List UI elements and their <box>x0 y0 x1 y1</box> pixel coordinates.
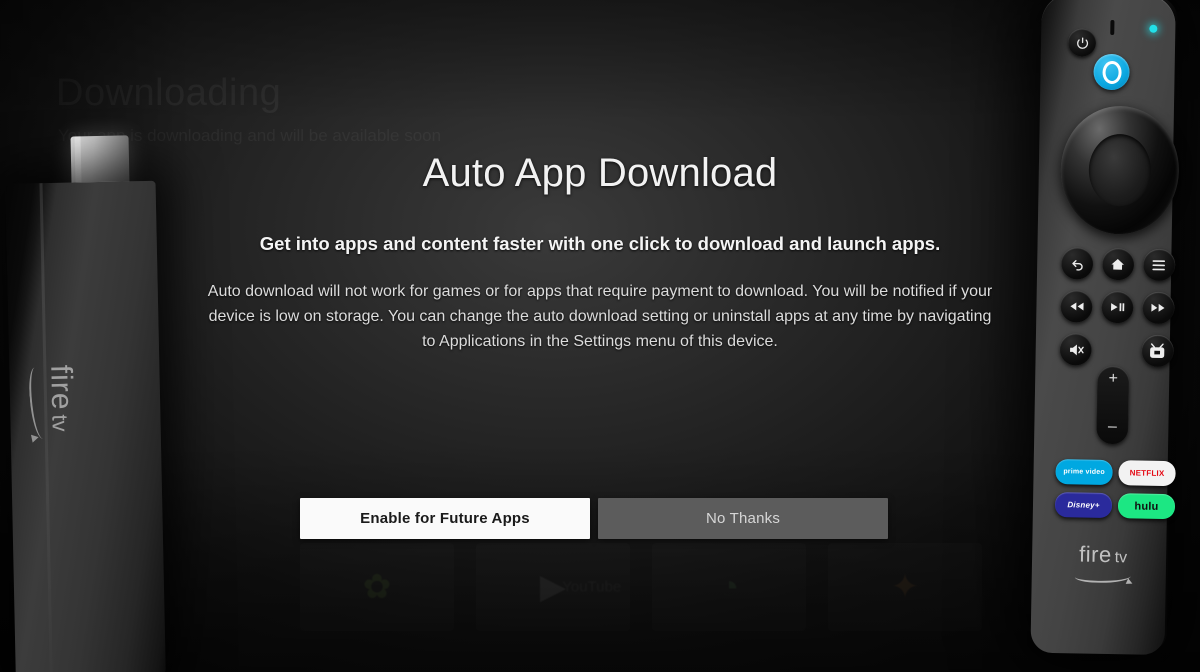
status-led-indicator <box>1149 24 1158 33</box>
microphone-slot-icon <box>1110 19 1115 36</box>
fire-tv-logo-tv-text: tv <box>47 414 73 432</box>
no-thanks-button[interactable]: No Thanks <box>598 498 888 539</box>
volume-down-label[interactable]: – <box>1108 418 1117 435</box>
alexa-ring-icon <box>1101 60 1122 84</box>
hulu-button[interactable]: hulu <box>1117 493 1176 520</box>
page-title: Auto App Download <box>422 151 778 195</box>
dialog-content: Auto App Download Get into apps and cont… <box>180 0 1020 672</box>
rewind-button[interactable] <box>1060 290 1094 323</box>
netflix-button[interactable]: NETFLIX <box>1118 460 1176 487</box>
prime-video-button[interactable]: prime video <box>1055 459 1113 486</box>
remote-fire-tv-logo: fire tv <box>1062 541 1145 584</box>
live-tv-icon <box>1150 343 1165 358</box>
alexa-voice-button[interactable] <box>1093 53 1130 91</box>
fire-tv-logo-fire-text: fire <box>44 364 79 411</box>
mute-button[interactable] <box>1059 333 1093 366</box>
volume-up-label[interactable]: + <box>1108 370 1118 387</box>
back-arrow-icon <box>1072 259 1083 271</box>
fire-tv-screen: Downloading Your app is downloading and … <box>0 0 1200 672</box>
rewind-icon <box>1070 302 1084 311</box>
alexa-voice-remote: + – prime video NETFLIX Disney+ hulu fir… <box>1016 0 1200 672</box>
headline-text: Get into apps and content faster with on… <box>259 233 941 254</box>
play-pause-icon <box>1111 303 1125 312</box>
remote-logo-fire-text: fire <box>1078 541 1112 568</box>
power-icon <box>1076 36 1088 49</box>
live-tv-button[interactable] <box>1141 334 1174 368</box>
fire-tv-logo: fire tv <box>27 364 79 440</box>
fast-forward-button[interactable] <box>1141 291 1175 325</box>
menu-button[interactable] <box>1142 248 1176 282</box>
amazon-swoosh-icon <box>1074 569 1131 584</box>
remote-key-grid <box>1055 247 1179 368</box>
play-pause-button[interactable] <box>1101 290 1134 324</box>
home-button[interactable] <box>1101 247 1135 281</box>
back-button[interactable] <box>1061 247 1094 280</box>
menu-lines-icon <box>1152 259 1166 270</box>
action-buttons: Enable for Future Apps No Thanks <box>300 498 888 539</box>
power-button[interactable] <box>1067 28 1097 57</box>
stick-body <box>5 180 166 672</box>
remote-body: + – prime video NETFLIX Disney+ hulu fir… <box>1030 0 1180 655</box>
volume-rocker[interactable]: + – <box>1096 365 1130 445</box>
remote-logo-tv-text: tv <box>1114 549 1128 567</box>
description-text: Auto download will not work for games or… <box>207 283 993 350</box>
app-shortcut-buttons: prime video NETFLIX Disney+ hulu <box>1054 459 1176 520</box>
home-icon <box>1111 258 1125 270</box>
select-button[interactable] <box>1088 133 1152 207</box>
navigation-dpad[interactable] <box>1059 105 1180 236</box>
enable-for-future-apps-button[interactable]: Enable for Future Apps <box>300 498 590 539</box>
fast-forward-icon <box>1151 303 1165 312</box>
disney-plus-button[interactable]: Disney+ <box>1054 492 1113 519</box>
volume-rocker-spacer <box>1100 334 1133 367</box>
mute-speaker-icon <box>1069 343 1084 355</box>
